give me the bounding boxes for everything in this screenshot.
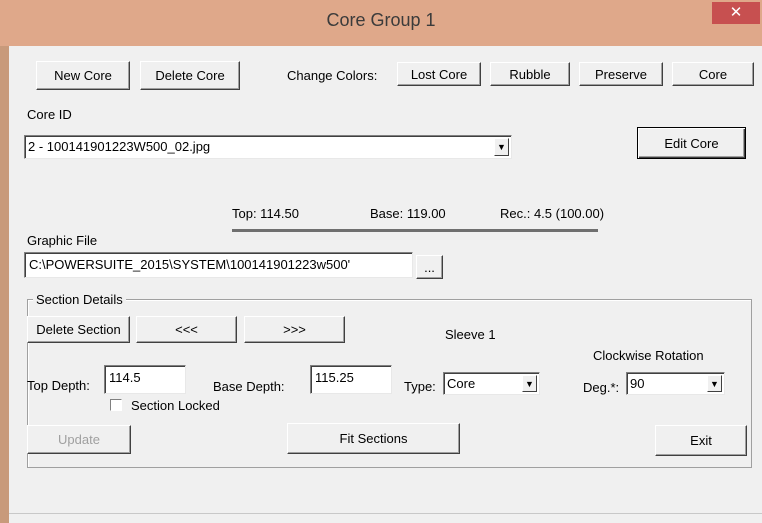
preserve-color-button[interactable]: Preserve: [579, 62, 663, 86]
section-locked-checkbox[interactable]: [110, 399, 122, 411]
new-core-button[interactable]: New Core: [36, 61, 130, 90]
type-value: Core: [447, 376, 476, 391]
core-extent-bar: [232, 229, 598, 232]
exit-button[interactable]: Exit: [655, 425, 747, 456]
fit-sections-button[interactable]: Fit Sections: [287, 423, 460, 454]
close-button[interactable]: ✕: [712, 2, 760, 24]
type-label: Type:: [404, 379, 436, 394]
core-id-label: Core ID: [27, 107, 72, 122]
window-frame-left: [0, 46, 9, 523]
rotation-degrees-select[interactable]: 90 ▼: [626, 372, 725, 395]
edit-core-button[interactable]: Edit Core: [637, 127, 746, 159]
base-depth-label: Base Depth:: [213, 379, 285, 394]
top-depth-label: Top Depth:: [27, 378, 90, 393]
chevron-down-icon[interactable]: ▼: [494, 138, 509, 156]
rubble-color-button[interactable]: Rubble: [490, 62, 570, 86]
window-title: Core Group 1: [326, 10, 436, 30]
update-button[interactable]: Update: [27, 425, 131, 454]
core-recovery-value: Rec.: 4.5 (100.00): [500, 206, 605, 221]
browse-button[interactable]: ...: [416, 255, 443, 279]
close-icon: ✕: [729, 4, 743, 21]
delete-core-button[interactable]: Delete Core: [140, 61, 240, 90]
graphic-file-label: Graphic File: [27, 233, 98, 248]
core-color-button[interactable]: Core: [672, 62, 754, 86]
lost-core-color-button[interactable]: Lost Core: [397, 62, 481, 86]
core-id-value: 2 - 100141901223W500_02.jpg: [28, 139, 211, 154]
core-id-select[interactable]: 2 - 100141901223W500_02.jpg ▼: [24, 135, 512, 159]
chevron-down-icon[interactable]: ▼: [522, 375, 537, 392]
rotation-degrees-value: 90: [630, 376, 645, 391]
section-locked-label: Section Locked: [131, 398, 220, 413]
degrees-label: Deg.*:: [583, 380, 620, 395]
sleeve-label: Sleeve 1: [445, 327, 496, 342]
chevron-down-icon[interactable]: ▼: [707, 375, 722, 392]
bottom-divider: [9, 513, 762, 514]
graphic-file-path-field[interactable]: C:\POWERSUITE_2015\SYSTEM\100141901223w5…: [24, 252, 413, 278]
section-details-title: Section Details: [33, 292, 126, 307]
core-top-value: Top: 114.50: [232, 206, 299, 221]
top-depth-input[interactable]: 114.5: [104, 365, 186, 394]
base-depth-input[interactable]: 115.25: [310, 365, 392, 394]
title-bar: Core Group 1 ✕: [0, 0, 762, 46]
previous-section-button[interactable]: <<<: [136, 316, 237, 343]
change-colors-label: Change Colors:: [287, 68, 378, 83]
core-base-value: Base: 119.00: [370, 206, 446, 221]
type-select[interactable]: Core ▼: [443, 372, 540, 395]
delete-section-button[interactable]: Delete Section: [27, 316, 130, 343]
clockwise-rotation-label: Clockwise Rotation: [593, 348, 704, 363]
next-section-button[interactable]: >>>: [244, 316, 345, 343]
